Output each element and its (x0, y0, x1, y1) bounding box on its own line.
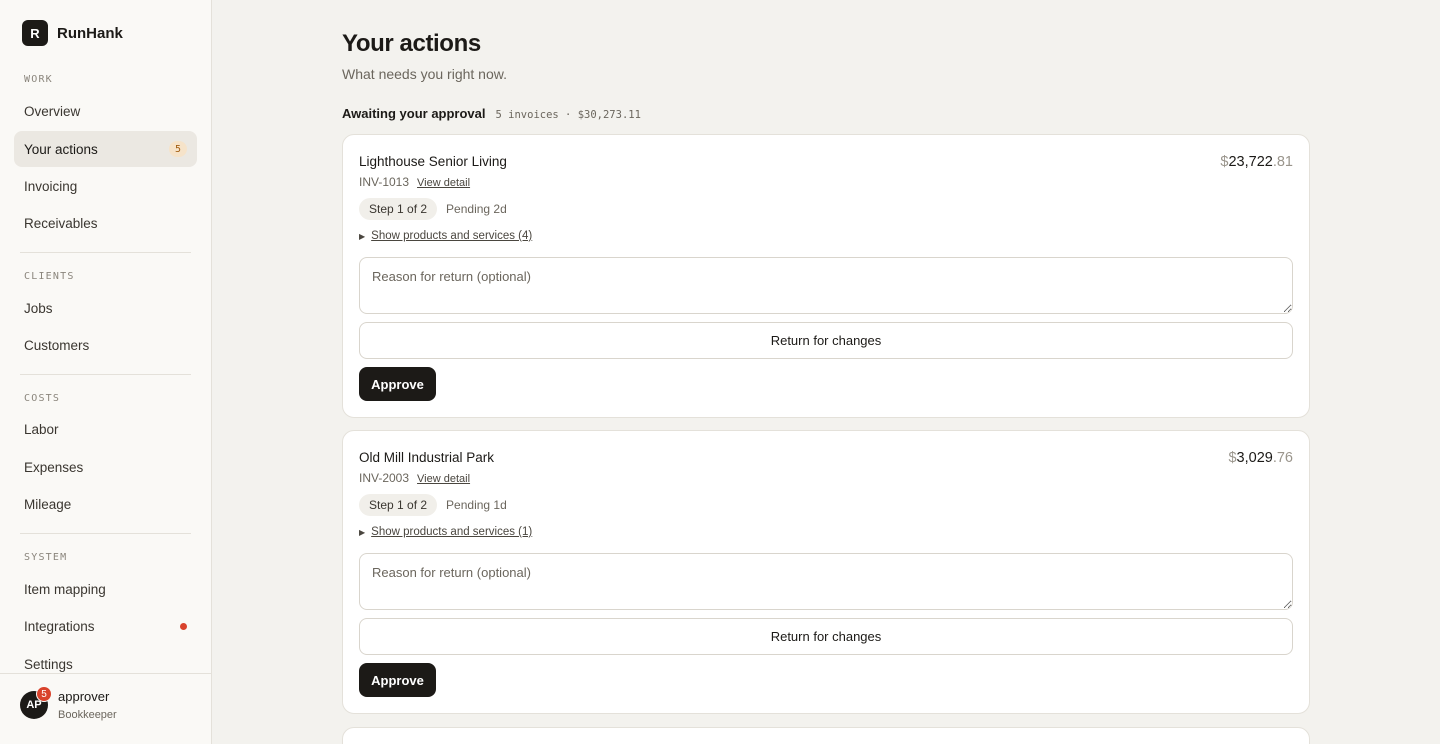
brand[interactable]: R RunHank (22, 20, 123, 46)
customer-name: Old Mill Industrial Park (359, 450, 495, 465)
user-name: approver (58, 689, 110, 704)
user-menu[interactable]: AP 5 approver Bookkeeper (0, 673, 211, 744)
approve-button[interactable]: Approve (359, 367, 436, 401)
nav-section-costs: COSTS (24, 393, 61, 404)
alert-dot-icon (180, 623, 187, 630)
view-detail-link[interactable]: View detail (417, 473, 470, 485)
sidebar: R RunHank WORK Overview Your actions 5 I… (0, 0, 212, 744)
sidebar-item-label: Your actions (24, 141, 98, 157)
amount-whole: 3,029 (1236, 450, 1273, 466)
step-row: Step 1 of 2 Pending 1d (359, 494, 507, 516)
invoice-row: INV-2003 View detail (359, 471, 470, 485)
user-role: Bookkeeper (58, 709, 117, 721)
pending-status: Pending 1d (446, 498, 507, 512)
nav-divider (20, 252, 191, 253)
section-title: Awaiting your approval (342, 106, 486, 121)
sidebar-item-label: Receivables (24, 215, 98, 231)
return-reason-input[interactable] (359, 257, 1293, 314)
products-toggle[interactable]: ▶ Show products and services (1) (359, 526, 532, 538)
sidebar-item-item-mapping[interactable]: Item mapping (14, 571, 197, 607)
amount-cents: .81 (1272, 154, 1293, 170)
step-badge: Step 1 of 2 (359, 198, 438, 220)
approval-card: Old Mill Industrial Park $3,029.76 INV-2… (342, 430, 1310, 714)
invoice-amount: $23,722.81 (1220, 154, 1293, 170)
nav-divider (20, 374, 191, 375)
sidebar-item-label: Jobs (24, 300, 53, 316)
approval-card: Lighthouse Senior Living $23,722.81 INV-… (342, 134, 1310, 418)
return-for-changes-button[interactable]: Return for changes (359, 322, 1293, 359)
invoice-amount: $3,029.76 (1228, 450, 1293, 466)
main-content: Your actions What needs you right now. A… (212, 0, 1440, 744)
return-for-changes-button[interactable]: Return for changes (359, 618, 1293, 655)
section-header: Awaiting your approval 5 invoices · $30,… (342, 106, 641, 121)
sidebar-item-labor[interactable]: Labor (14, 411, 197, 447)
section-meta: 5 invoices · $30,273.11 (495, 109, 641, 121)
amount-cents: .76 (1272, 450, 1293, 466)
page-title: Your actions (342, 30, 481, 57)
sidebar-item-integrations[interactable]: Integrations (14, 608, 197, 644)
customer-name: Lighthouse Senior Living (359, 154, 507, 169)
sidebar-item-label: Customers (24, 337, 90, 353)
sidebar-item-label: Mileage (24, 496, 72, 512)
sidebar-item-your-actions[interactable]: Your actions 5 (14, 131, 197, 167)
nav-divider (20, 533, 191, 534)
step-badge: Step 1 of 2 (359, 494, 438, 516)
approval-card-partial (342, 727, 1310, 744)
brand-logo: R (22, 20, 48, 46)
return-reason-input[interactable] (359, 553, 1293, 610)
approve-button[interactable]: Approve (359, 663, 436, 697)
sidebar-item-overview[interactable]: Overview (14, 93, 197, 129)
sidebar-item-jobs[interactable]: Jobs (14, 290, 197, 326)
sidebar-item-label: Settings (24, 656, 73, 672)
products-toggle[interactable]: ▶ Show products and services (4) (359, 230, 532, 242)
sidebar-item-invoicing[interactable]: Invoicing (14, 168, 197, 204)
amount-whole: 23,722 (1228, 154, 1273, 170)
sidebar-item-label: Expenses (24, 459, 84, 475)
nav-section-system: SYSTEM (24, 552, 68, 563)
sidebar-item-mileage[interactable]: Mileage (14, 486, 197, 522)
invoice-number: INV-2003 (359, 471, 410, 485)
invoice-row: INV-1013 View detail (359, 175, 470, 189)
sidebar-item-label: Labor (24, 421, 59, 437)
page-subtitle: What needs you right now. (342, 66, 507, 82)
invoice-number: INV-1013 (359, 175, 410, 189)
triangle-right-icon: ▶ (359, 527, 366, 537)
brand-name: RunHank (57, 24, 123, 42)
products-toggle-label: Show products and services (4) (371, 230, 533, 242)
nav-section-clients: CLIENTS (24, 271, 75, 282)
sidebar-item-label: Overview (24, 103, 81, 119)
sidebar-item-customers[interactable]: Customers (14, 327, 197, 363)
sidebar-item-receivables[interactable]: Receivables (14, 205, 197, 241)
products-toggle-label: Show products and services (1) (371, 526, 533, 538)
notification-badge: 5 (36, 686, 52, 702)
pending-status: Pending 2d (446, 202, 507, 216)
amount-currency: $ (1228, 450, 1237, 466)
sidebar-item-label: Integrations (24, 618, 95, 634)
triangle-right-icon: ▶ (359, 231, 366, 241)
sidebar-item-label: Invoicing (24, 178, 78, 194)
view-detail-link[interactable]: View detail (417, 177, 470, 189)
count-badge: 5 (169, 141, 187, 157)
nav-section-work: WORK (24, 74, 53, 85)
sidebar-item-expenses[interactable]: Expenses (14, 449, 197, 485)
step-row: Step 1 of 2 Pending 2d (359, 198, 507, 220)
sidebar-item-label: Item mapping (24, 581, 106, 597)
